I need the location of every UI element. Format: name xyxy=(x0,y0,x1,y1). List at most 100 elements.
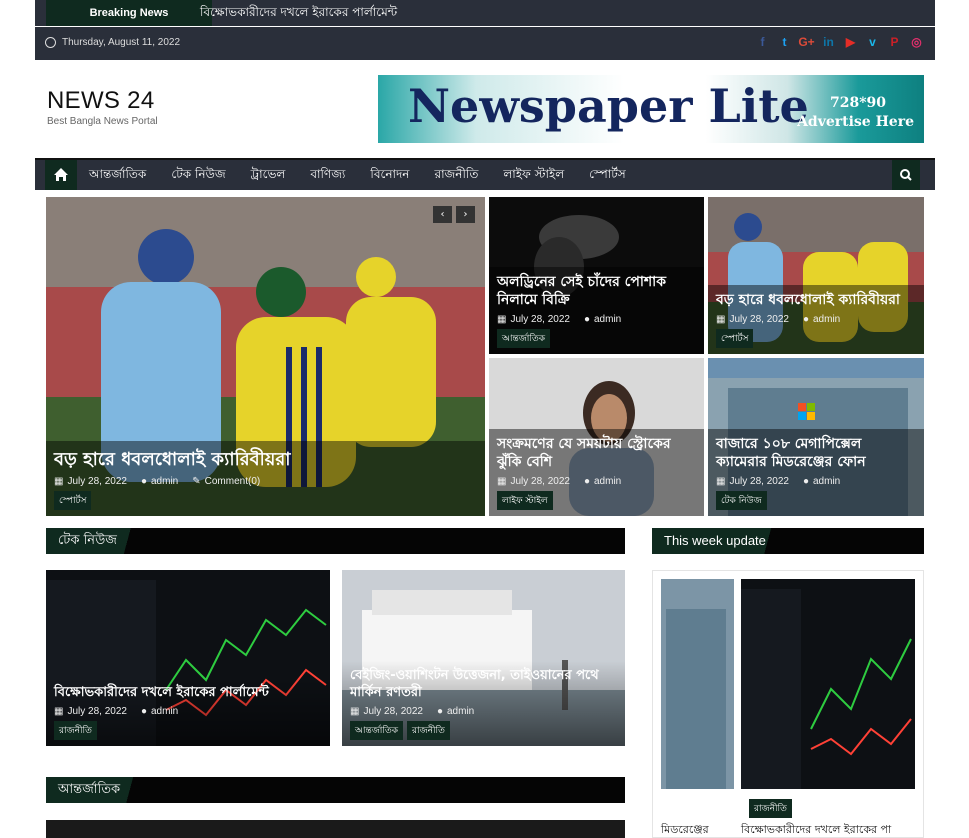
category-badge[interactable]: টেক নিউজ xyxy=(716,491,767,510)
post-date: July 28, 2022 xyxy=(510,476,570,487)
week-update-carousel: মিডরেঞ্জের রাজনীতি বিক্ষোভকারীদের দখলে ই… xyxy=(652,570,924,838)
search-icon xyxy=(900,169,912,181)
facebook-icon[interactable]: f xyxy=(754,34,771,51)
nav-item-politics[interactable]: রাজনীতি xyxy=(434,160,491,188)
carousel-item-title[interactable]: মিডরেঞ্জের xyxy=(661,821,709,837)
social-links: f t G+ in ▶ v P ◎ xyxy=(754,34,925,51)
calendar-icon: ▦ xyxy=(497,476,507,487)
instagram-icon[interactable]: ◎ xyxy=(908,34,925,51)
ad-title: Newspaper Lite xyxy=(408,79,809,133)
nav-item-lifestyle[interactable]: লাইফ স্টাইল xyxy=(503,160,577,188)
nav-item-business[interactable]: বাণিজ্য xyxy=(310,160,358,188)
calendar-icon: ▦ xyxy=(716,476,726,487)
tech-card-2[interactable]: বেইজিং-ওয়াশিংটন উত্তেজনা, তাইওয়ানের পথ… xyxy=(342,570,625,746)
post-title[interactable]: বাজারে ১০৮ মেগাপিক্সেল ক্যামেরার মিডরেঞ্… xyxy=(716,435,916,471)
category-badge[interactable]: স্পোর্টস xyxy=(54,491,92,510)
category-badge[interactable]: রাজনীতি xyxy=(54,721,97,740)
nav-item-tech-news[interactable]: টেক নিউজ xyxy=(171,160,238,188)
calendar-icon: ▦ xyxy=(350,706,360,717)
comment-icon: ✎ xyxy=(192,476,201,487)
post-title[interactable]: সংক্রমণের যে সময়টায় স্ট্রোকের ঝুঁকি বে… xyxy=(497,435,696,471)
card-caption: বিক্ষোভকারীদের দখলে ইরাকের পার্লামেন্ট ▦… xyxy=(46,678,330,746)
ad-size: 728*90 xyxy=(829,95,886,111)
post-author[interactable]: admin xyxy=(594,476,621,487)
nav-item-entertainment[interactable]: বিনোদন xyxy=(370,160,422,188)
hero-post-2[interactable]: বড় হারে ধবলধোলাই ক্যারিবীয়রা ▦ July 28… xyxy=(708,197,924,354)
hero-post-3[interactable]: সংক্রমণের যে সময়টায় স্ট্রোকের ঝুঁকি বে… xyxy=(489,358,704,516)
section-title: This week update xyxy=(652,528,794,554)
slider-prev-button[interactable]: ‹ xyxy=(433,206,452,223)
user-icon: ● xyxy=(140,476,147,487)
user-icon: ● xyxy=(140,706,147,717)
twitter-icon[interactable]: t xyxy=(776,34,793,51)
post-author[interactable]: admin xyxy=(813,314,840,325)
hero-title[interactable]: বড় হারে ধবলধোলাই ক্যারিবীয়রা xyxy=(54,449,477,471)
post-date: July 28, 2022 xyxy=(67,476,127,487)
ad-cta: Advertise Here xyxy=(797,114,914,130)
category-badge[interactable]: রাজনীতি xyxy=(749,799,792,818)
google-plus-icon[interactable]: G+ xyxy=(798,34,815,51)
tech-card-1[interactable]: বিক্ষোভকারীদের দখলে ইরাকের পার্লামেন্ট ▦… xyxy=(46,570,330,746)
category-badge[interactable]: রাজনীতি xyxy=(407,721,450,740)
post-title[interactable]: বেইজিং-ওয়াশিংটন উত্তেজনা, তাইওয়ানের পথ… xyxy=(350,667,617,701)
hero-post-1[interactable]: অলড্রিনের সেই চাঁদের পোশাক নিলামে বিক্রি… xyxy=(489,197,704,354)
youtube-icon[interactable]: ▶ xyxy=(842,34,859,51)
post-author[interactable]: admin xyxy=(447,706,474,717)
breaking-news-label: Breaking News xyxy=(46,0,212,26)
post-author[interactable]: admin xyxy=(813,476,840,487)
slider-next-button[interactable]: › xyxy=(456,206,475,223)
hero-main-post[interactable]: ‹ › বড় হারে ধবলধোলাই ক্যারিবীয়রা ▦ Jul… xyxy=(46,197,485,516)
carousel-item-title[interactable]: বিক্ষোভকারীদের দখলে ইরাকের পা xyxy=(741,821,891,837)
category-badge[interactable]: স্পোর্টস xyxy=(716,329,754,348)
post-author[interactable]: admin xyxy=(151,706,178,717)
category-badge[interactable]: লাইফ স্টাইল xyxy=(497,491,553,510)
post-comments[interactable]: Comment(0) xyxy=(205,476,261,487)
category-badge[interactable]: আন্তর্জাতিক xyxy=(497,329,550,348)
user-icon: ● xyxy=(436,706,443,717)
nav-item-sports[interactable]: স্পোর্টস xyxy=(589,160,639,188)
pinterest-icon[interactable]: P xyxy=(886,34,903,51)
hero-post-4[interactable]: বাজারে ১০৮ মেগাপিক্সেল ক্যামেরার মিডরেঞ্… xyxy=(708,358,924,516)
international-post-preview[interactable] xyxy=(46,820,625,838)
section-title[interactable]: টেক নিউজ xyxy=(46,528,145,554)
site-description: Best Bangla News Portal xyxy=(47,116,158,127)
calendar-icon: ▦ xyxy=(716,314,726,325)
user-icon: ● xyxy=(583,314,590,325)
calendar-icon: ▦ xyxy=(54,706,64,717)
site-title[interactable]: NEWS 24 xyxy=(47,87,154,115)
section-title[interactable]: আন্তর্জাতিক xyxy=(46,777,149,803)
vimeo-icon[interactable]: v xyxy=(864,34,881,51)
post-author[interactable]: admin xyxy=(594,314,621,325)
post-date: July 28, 2022 xyxy=(67,706,127,717)
slider-controls: ‹ › xyxy=(433,206,475,223)
category-badge[interactable]: আন্তর্জাতিক xyxy=(350,721,403,740)
nav-item-travel[interactable]: ট্রাভেল xyxy=(251,160,299,188)
user-icon: ● xyxy=(802,314,809,325)
post-title[interactable]: বড় হারে ধবলধোলাই ক্যারিবীয়রা xyxy=(716,291,916,309)
post-title[interactable]: অলড্রিনের সেই চাঁদের পোশাক নিলামে বিক্রি xyxy=(497,273,696,309)
card-caption: বেইজিং-ওয়াশিংটন উত্তেজনা, তাইওয়ানের পথ… xyxy=(342,661,625,746)
clock-icon xyxy=(45,37,56,48)
linkedin-icon[interactable]: in xyxy=(820,34,837,51)
post-author[interactable]: admin xyxy=(151,476,178,487)
breaking-news-headline[interactable]: বিক্ষোভকারীদের দখলে ইরাকের পার্লামেন্ট xyxy=(200,0,397,26)
advertisement-banner[interactable]: Newspaper Lite 728*90 Advertise Here xyxy=(378,75,924,143)
tile-caption: বাজারে ১০৮ মেগাপিক্সেল ক্যামেরার মিডরেঞ্… xyxy=(708,429,924,516)
stock-chart-image xyxy=(741,579,915,789)
home-button[interactable] xyxy=(45,160,77,190)
post-date: July 28, 2022 xyxy=(729,476,789,487)
calendar-icon: ▦ xyxy=(497,314,507,325)
hero-caption: বড় হারে ধবলধোলাই ক্যারিবীয়রা ▦ July 28… xyxy=(46,441,485,516)
post-date: July 28, 2022 xyxy=(510,314,570,325)
site-header: NEWS 24 Best Bangla News Portal Newspape… xyxy=(35,60,935,158)
nav-item-international[interactable]: আন্তর্জাতিক xyxy=(89,160,159,188)
post-title[interactable]: বিক্ষোভকারীদের দখলে ইরাকের পার্লামেন্ট xyxy=(54,684,322,701)
tile-caption: সংক্রমণের যে সময়টায় স্ট্রোকের ঝুঁকি বে… xyxy=(489,429,704,516)
post-date: July 28, 2022 xyxy=(729,314,789,325)
sidebar-section-header: This week update xyxy=(652,528,924,554)
tile-caption: অলড্রিনের সেই চাঁদের পোশাক নিলামে বিক্রি… xyxy=(489,267,704,354)
date-bar: Thursday, August 11, 2022 f t G+ in ▶ v … xyxy=(35,27,935,60)
search-button[interactable] xyxy=(892,160,920,190)
post-date: July 28, 2022 xyxy=(363,706,423,717)
tile-caption: বড় হারে ধবলধোলাই ক্যারিবীয়রা ▦ July 28… xyxy=(708,285,924,354)
